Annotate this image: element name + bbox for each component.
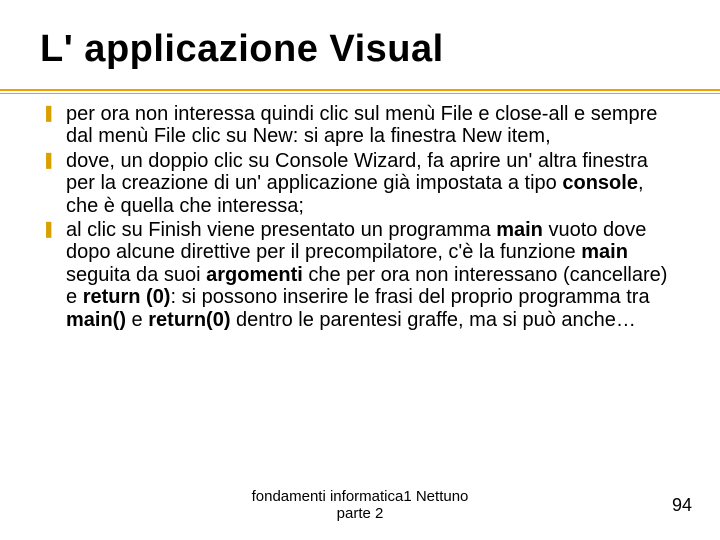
page-number: 94: [672, 495, 692, 516]
bullet-text: : si possono inserire le frasi del propr…: [170, 286, 649, 308]
bullet-icon: ❚: [42, 221, 55, 239]
slide-container: L' applicazione Visual ❚ per ora non int…: [0, 0, 720, 540]
bullet-text: dove, un doppio clic su Console Wizard, …: [66, 150, 648, 194]
underline-thick: [0, 89, 720, 91]
bullet-icon: ❚: [42, 105, 55, 123]
slide-footer: fondamenti informatica1 Nettuno parte 2: [0, 488, 720, 522]
bullet-item: ❚ per ora non interessa quindi clic sul …: [40, 103, 680, 148]
bold-word: main: [581, 241, 628, 263]
bold-word: main: [496, 219, 543, 241]
bold-word: argomenti: [206, 264, 303, 286]
bullet-icon: ❚: [42, 152, 55, 170]
bold-word: return (0): [83, 286, 171, 308]
slide-title: L' applicazione Visual: [40, 28, 680, 75]
bullet-text: seguita da suoi: [66, 264, 206, 286]
bold-word: main(): [66, 309, 126, 331]
bullet-text: per ora non interessa quindi clic sul me…: [66, 103, 657, 147]
title-underline: [40, 89, 680, 93]
footer-line1: fondamenti informatica1 Nettuno: [252, 488, 469, 505]
bullet-list: ❚ per ora non interessa quindi clic sul …: [40, 103, 680, 331]
bullet-text: al clic su Finish viene presentato un pr…: [66, 219, 496, 241]
bullet-item: ❚ al clic su Finish viene presentato un …: [40, 219, 680, 331]
footer-line2: parte 2: [0, 505, 720, 522]
bold-word: console: [562, 172, 638, 194]
bullet-item: ❚ dove, un doppio clic su Console Wizard…: [40, 150, 680, 217]
underline-thin: [0, 93, 720, 94]
bold-word: return(0): [148, 309, 230, 331]
bullet-text: dentro le parentesi graffe, ma si può an…: [230, 309, 635, 331]
bullet-text: e: [126, 309, 148, 331]
